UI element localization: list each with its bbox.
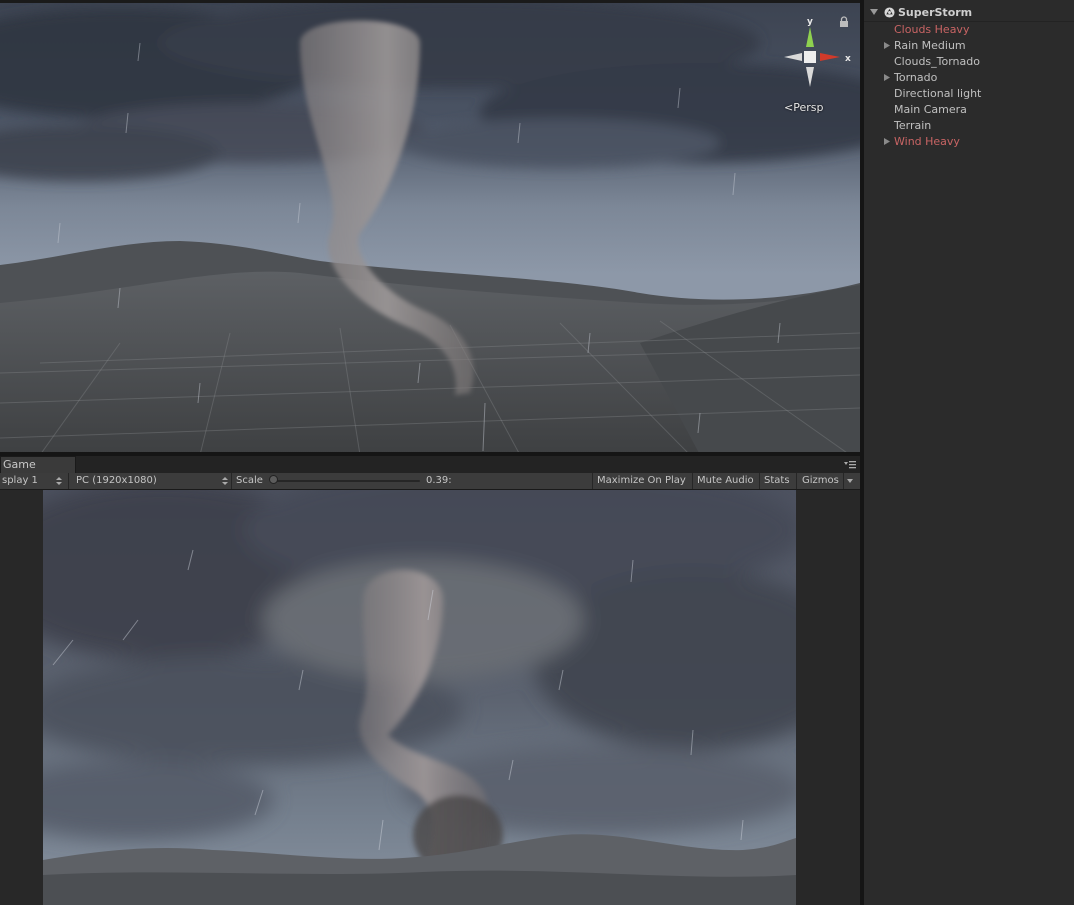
- resolution-dropdown-value: PC (1920x1080): [76, 475, 157, 486]
- hierarchy-item-label: Terrain: [894, 119, 932, 132]
- expand-icon[interactable]: [884, 138, 891, 145]
- toolbar-separator: [692, 473, 693, 489]
- y-axis-handle[interactable]: [806, 27, 814, 47]
- updown-arrow-icon: [222, 477, 228, 485]
- toolbar-separator: [592, 473, 593, 489]
- x-axis-handle[interactable]: [820, 53, 840, 61]
- neg-y-axis-handle[interactable]: [806, 67, 814, 87]
- tab-game-label: Game: [3, 458, 36, 471]
- hierarchy-panel: SuperStorm Clouds Heavy Rain Medium Clou…: [864, 0, 1074, 905]
- scene-view[interactable]: y x <Persp: [0, 0, 860, 452]
- display-dropdown-value: splay 1: [2, 475, 38, 486]
- game-view-area: [0, 490, 860, 905]
- maximize-on-play-toggle[interactable]: Maximize On Play: [597, 473, 686, 489]
- hierarchy-item-main-camera[interactable]: Main Camera: [864, 101, 1074, 117]
- hierarchy-item-directional-light[interactable]: Directional light: [864, 85, 1074, 101]
- expand-icon[interactable]: [884, 42, 891, 49]
- hierarchy-item-tornado[interactable]: Tornado: [864, 69, 1074, 85]
- gizmos-toggle[interactable]: Gizmos: [802, 473, 839, 489]
- toolbar-separator: [68, 473, 69, 489]
- display-dropdown[interactable]: splay 1: [2, 473, 64, 489]
- scene-viewport-render[interactable]: [0, 3, 860, 452]
- toolbar-separator: [796, 473, 797, 489]
- projection-toggle[interactable]: <Persp: [784, 101, 823, 114]
- persp-icon: <: [784, 101, 794, 114]
- game-viewport-render[interactable]: [43, 490, 796, 905]
- toolbar-separator: [231, 473, 232, 489]
- gizmos-dropdown-arrow[interactable]: [847, 478, 853, 484]
- hierarchy-scene-root[interactable]: SuperStorm: [864, 3, 1074, 22]
- hierarchy-item-label: Main Camera: [894, 103, 967, 116]
- expand-icon[interactable]: [884, 74, 891, 81]
- unity-logo-icon: [884, 7, 895, 18]
- game-toolbar: splay 1 PC (1920x1080) Scale 0.39: Maxim…: [0, 473, 860, 490]
- scale-slider-thumb[interactable]: [269, 475, 278, 484]
- hierarchy-item-label: Clouds_Tornado: [894, 55, 980, 68]
- game-tab-bar: Game: [0, 456, 860, 473]
- stats-toggle[interactable]: Stats: [764, 473, 790, 489]
- collapse-icon[interactable]: [870, 9, 878, 16]
- y-axis-label: y: [807, 17, 813, 27]
- mute-audio-toggle[interactable]: Mute Audio: [697, 473, 754, 489]
- hierarchy-item-rain-medium[interactable]: Rain Medium: [864, 37, 1074, 53]
- hierarchy-item-label: Directional light: [894, 87, 982, 100]
- hierarchy-item-label: Tornado: [894, 71, 938, 84]
- toolbar-separator: [843, 473, 844, 489]
- neg-x-axis-handle[interactable]: [784, 53, 802, 61]
- persp-label: Persp: [793, 101, 824, 114]
- center-cube-handle[interactable]: [804, 51, 816, 63]
- hierarchy-item-terrain[interactable]: Terrain: [864, 117, 1074, 133]
- hierarchy-item-clouds-tornado[interactable]: Clouds_Tornado: [864, 53, 1074, 69]
- hierarchy-item-wind-heavy[interactable]: Wind Heavy: [864, 133, 1074, 149]
- hierarchy-item-clouds-heavy[interactable]: Clouds Heavy: [864, 21, 1074, 37]
- tab-game[interactable]: Game: [0, 456, 76, 473]
- scale-slider-track[interactable]: [272, 480, 420, 482]
- scene-name-label: SuperStorm: [898, 6, 973, 19]
- hierarchy-item-label: Clouds Heavy: [894, 23, 970, 36]
- menu-icon[interactable]: [844, 460, 856, 470]
- scale-value: 0.39:: [426, 475, 452, 486]
- lock-icon[interactable]: [838, 16, 850, 28]
- updown-arrow-icon: [56, 477, 62, 485]
- x-axis-label: x: [845, 54, 851, 64]
- resolution-dropdown[interactable]: PC (1920x1080): [76, 473, 228, 489]
- hierarchy-item-label: Wind Heavy: [894, 135, 960, 148]
- hierarchy-item-label: Rain Medium: [894, 39, 966, 52]
- scale-label: Scale: [236, 475, 263, 486]
- toolbar-separator: [759, 473, 760, 489]
